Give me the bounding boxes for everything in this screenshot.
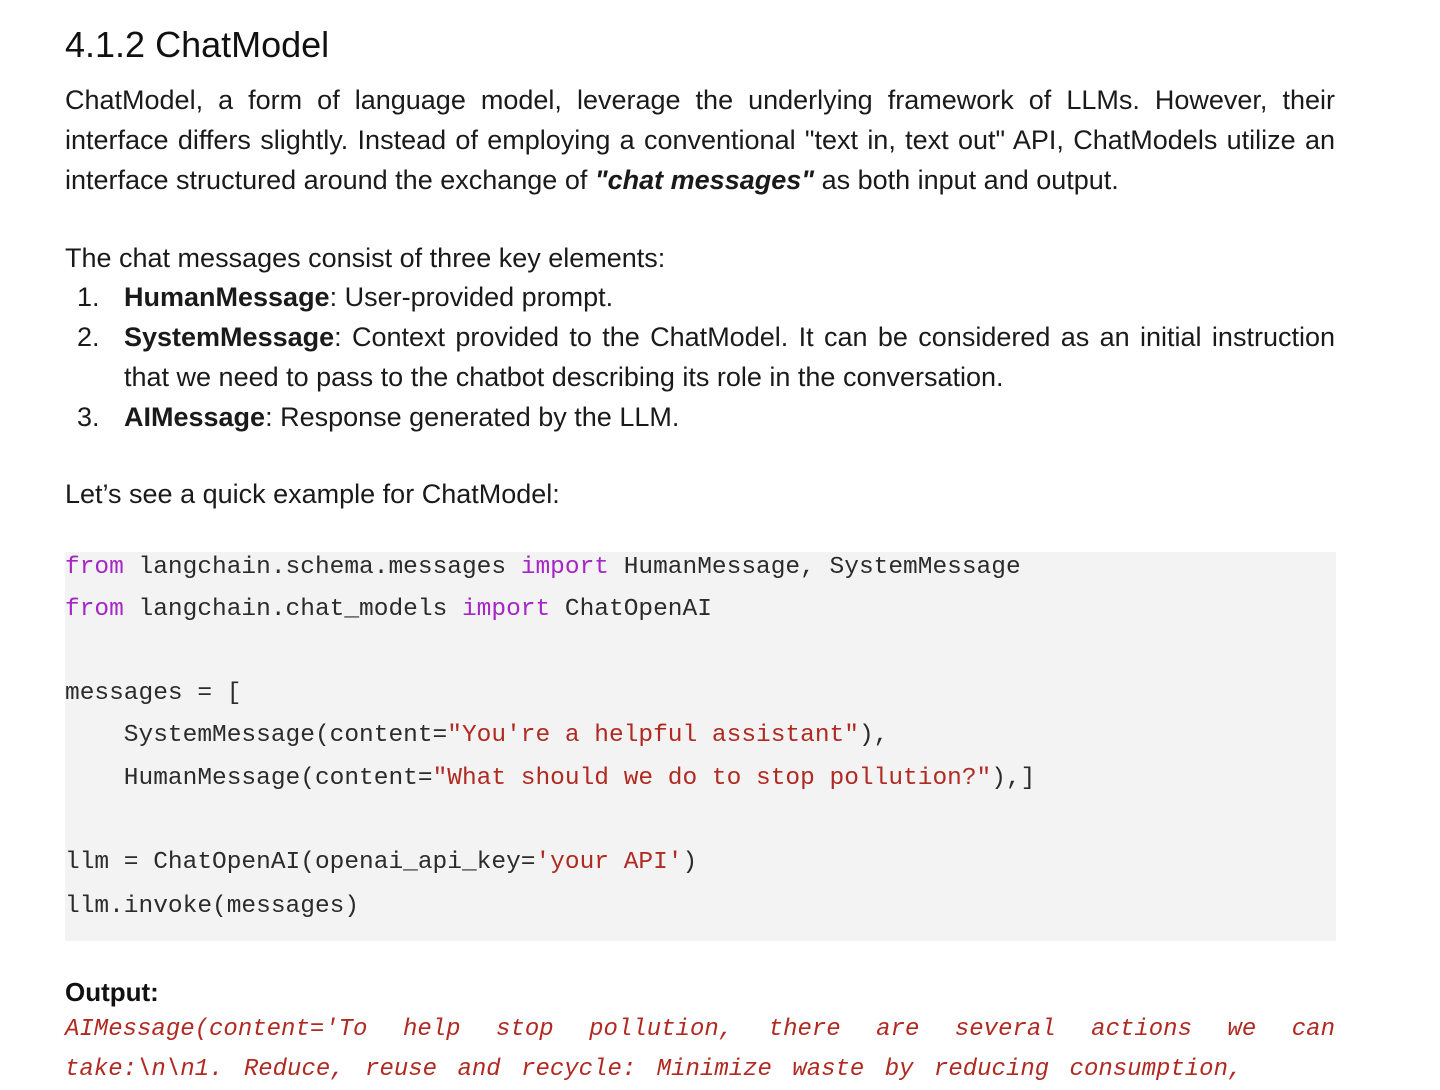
code-block: from langchain.schema.messages import Hu… (65, 552, 1336, 941)
code-line: messages = [ (65, 680, 242, 707)
code-text: llm = ChatOpenAI(openai_api_key= (65, 849, 536, 876)
list-term: AIMessage (124, 402, 266, 432)
list-desc: : User-provided prompt. (329, 282, 614, 312)
code-line: SystemMessage(content="You're a helpful … (65, 722, 889, 749)
code-text: ),] (991, 765, 1036, 792)
list-term: HumanMessage (124, 282, 330, 312)
elements-list: 1. HumanMessage: User-provided prompt. 2.… (65, 277, 1335, 437)
code-line: llm = ChatOpenAI(openai_api_key='your AP… (65, 849, 697, 876)
list-number: 3. (77, 402, 100, 432)
code-string: "What should we do to stop pollution?" (432, 765, 992, 792)
intro-emphasis: "chat messages" (594, 165, 815, 195)
code-keyword: from (65, 554, 124, 581)
code-string: 'your API' (535, 849, 683, 876)
list-number: 2. (77, 322, 100, 352)
code-keyword: import (520, 554, 609, 581)
code-line: from langchain.schema.messages import Hu… (65, 554, 1021, 581)
example-intro: Let’s see a quick example for ChatModel: (65, 479, 560, 509)
code-line: from langchain.chat_models import ChatOp… (65, 596, 712, 623)
list-item: 1. HumanMessage: User-provided prompt. (65, 277, 1335, 317)
code-line: llm.invoke(messages) (65, 893, 360, 920)
section-heading: 4.1.2 ChatModel (65, 24, 330, 65)
code-text: ChatOpenAI (550, 596, 712, 623)
list-number: 1. (77, 282, 100, 312)
code-text: ) (682, 849, 698, 876)
code-line: HumanMessage(content="What should we do … (65, 765, 1036, 792)
list-term: SystemMessage (124, 322, 335, 352)
code-keyword: from (65, 596, 124, 623)
elements-intro: The chat messages consist of three key e… (65, 243, 666, 273)
list-item: 3. AIMessage: Response generated by the L… (65, 397, 1335, 437)
code-text: SystemMessage(content= (65, 722, 448, 749)
output-text: AIMessage(content='To help stop pollutio… (65, 1016, 1335, 1083)
code-text: langchain.chat_models (123, 596, 462, 623)
code-string: "You're a helpful assistant" (447, 722, 859, 749)
list-item: 2. SystemMessage: Context provided to the… (65, 317, 1335, 397)
code-text: langchain.schema.messages (123, 554, 521, 581)
code-text: HumanMessage, SystemMessage (609, 554, 1021, 581)
output-label: Output: (65, 977, 159, 1007)
list-desc: : Response generated by the LLM. (265, 402, 680, 432)
code-text: ), (858, 722, 889, 749)
document-page: 4.1.2 ChatModel ChatModel, a form of lan… (0, 0, 1440, 1088)
code-text: HumanMessage(content= (65, 765, 433, 792)
intro-paragraph: ChatModel, a form of language model, lev… (65, 80, 1335, 200)
intro-text-end: as both input and output. (814, 165, 1119, 195)
code-keyword: import (461, 596, 551, 623)
